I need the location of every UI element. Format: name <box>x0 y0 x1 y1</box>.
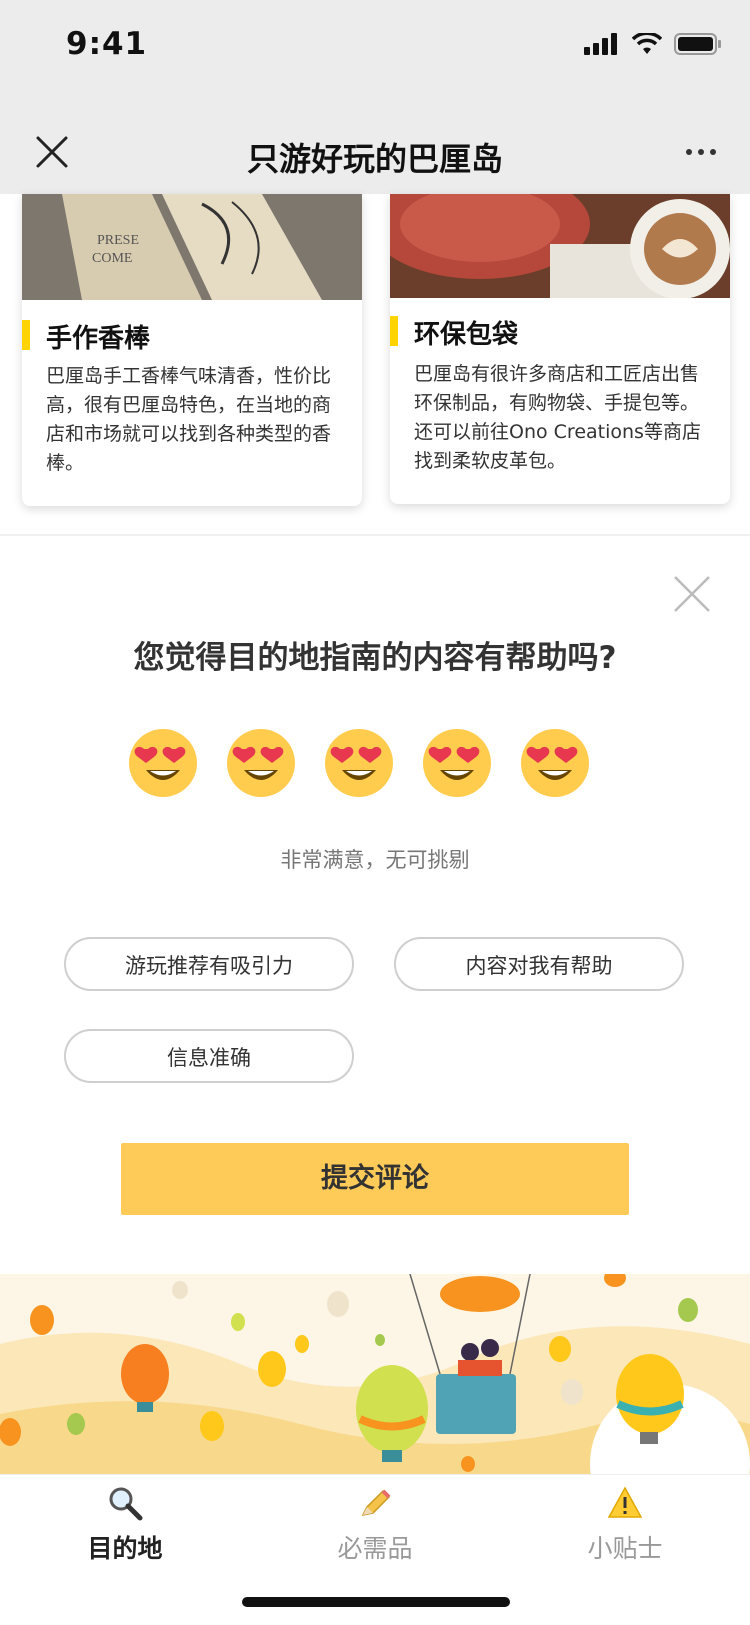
feedback-tag[interactable]: 信息准确 <box>64 1029 354 1083</box>
magnifier-icon <box>109 1487 143 1521</box>
wifi-icon <box>632 33 662 54</box>
warning-icon <box>607 1486 643 1518</box>
submit-review-button[interactable]: 提交评论 <box>121 1143 629 1215</box>
heart-eyes-emoji-icon[interactable] <box>422 728 492 798</box>
feedback-close-icon[interactable] <box>672 574 712 614</box>
battery-icon <box>674 33 721 55</box>
status-bar: 9:41 <box>0 0 750 94</box>
tab-label: 必需品 <box>337 1534 413 1563</box>
pencil-icon <box>361 1489 391 1517</box>
home-indicator <box>242 1597 510 1607</box>
feedback-tag[interactable]: 内容对我有帮助 <box>394 937 684 991</box>
card-title: 环保包袋 <box>390 314 518 351</box>
card-description: 巴厘岛手工香棒气味清香，性价比高，很有巴厘岛特色，在当地的商店和市场就可以找到各… <box>46 365 332 474</box>
balloon-illustration <box>0 1274 750 1474</box>
tab-label: 目的地 <box>87 1534 163 1563</box>
heart-eyes-emoji-icon[interactable] <box>324 728 394 798</box>
card-description: 巴厘岛有很许多商店和工匠店出售环保制品，有购物袋、手提包等。还可以前往Ono C… <box>414 363 701 472</box>
tab-label: 小贴士 <box>587 1534 663 1563</box>
tab-tips[interactable]: 小贴士 <box>545 1475 705 1565</box>
feedback-tag[interactable]: 游玩推荐有吸引力 <box>64 937 354 991</box>
incense-image: PRESE COME <box>22 194 362 300</box>
tab-essentials[interactable]: 必需品 <box>295 1475 455 1565</box>
heart-eyes-emoji-icon[interactable] <box>520 728 590 798</box>
page-title: 只游好玩的巴厘岛 <box>246 140 503 178</box>
svg-text:PRESE: PRESE <box>97 233 139 248</box>
more-icon[interactable] <box>686 149 716 155</box>
heart-eyes-emoji-icon[interactable] <box>128 728 198 798</box>
signal-icon <box>584 33 617 55</box>
status-icons <box>584 32 722 56</box>
feedback-question: 您觉得目的地指南的内容有帮助吗? <box>133 640 617 676</box>
section-divider <box>0 534 750 536</box>
item-card-incense[interactable]: PRESE COME 手作香棒 巴厘岛手工香棒气味清香，性价比高，很有巴厘岛特色… <box>22 194 362 506</box>
nav-bar: 只游好玩的巴厘岛 <box>0 94 750 194</box>
rating-caption: 非常满意，无可挑剔 <box>280 848 470 872</box>
rating-stars <box>128 728 590 798</box>
card-title: 手作香棒 <box>22 318 150 355</box>
item-card-eco-bag[interactable]: 环保包袋 巴厘岛有很许多商店和工匠店出售环保制品，有购物袋、手提包等。还可以前往… <box>390 194 730 504</box>
svg-text:COME: COME <box>92 251 132 266</box>
tab-destination[interactable]: 目的地 <box>45 1475 205 1565</box>
eco-bag-image <box>390 194 730 298</box>
heart-eyes-emoji-icon[interactable] <box>226 728 296 798</box>
status-time: 9:41 <box>66 26 148 62</box>
